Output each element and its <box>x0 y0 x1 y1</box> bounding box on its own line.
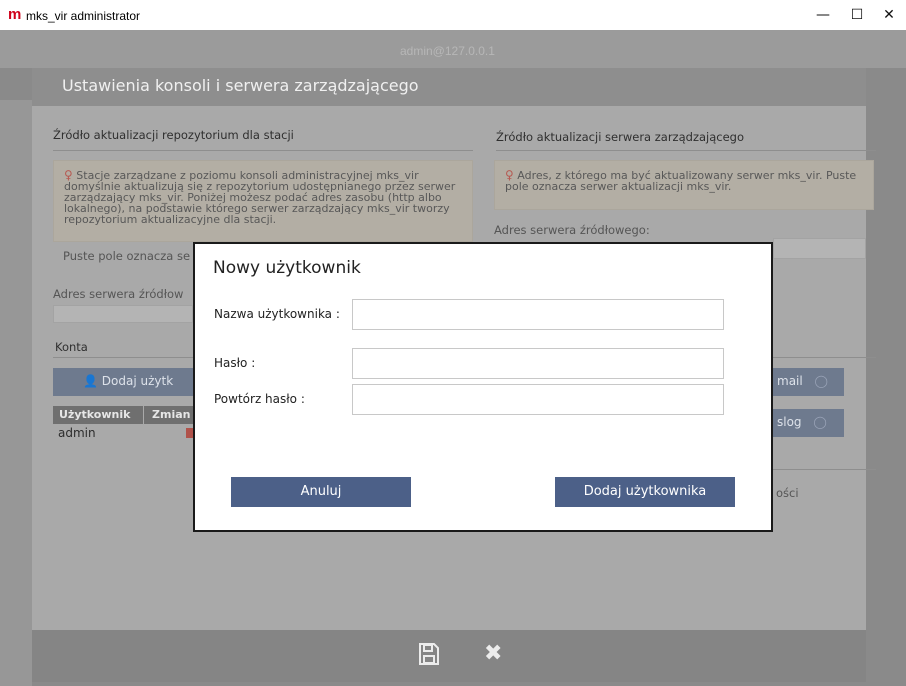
edit-user-icon[interactable] <box>186 428 193 438</box>
add-user-bg-label: Dodaj użytk <box>101 374 174 388</box>
toggle-icon: ◯ <box>813 415 827 429</box>
app-logo-icon: m <box>8 6 22 23</box>
add-user-icon: 👤 <box>83 374 98 388</box>
right-lower-text: ości <box>776 486 799 500</box>
left-info-box: ♀ Stacje zarządzane z poziomu konsoli ad… <box>53 160 473 242</box>
right-address-label: Adres serwera źródłowego: <box>494 223 650 237</box>
right-address-input[interactable] <box>773 238 866 259</box>
right-section-divider <box>496 150 876 151</box>
left-address-label: Adres serwera źródłow <box>53 287 184 301</box>
accounts-divider <box>53 357 193 358</box>
right-info-box: ♀ Adres, z którego ma być aktualizowany … <box>494 160 874 210</box>
username-input[interactable] <box>352 299 724 330</box>
right-lower-divider <box>773 469 876 470</box>
users-column-change: Zmian <box>144 406 193 424</box>
accounts-title: Konta <box>55 340 88 354</box>
left-address-input[interactable] <box>53 305 193 323</box>
app-sidebar <box>0 100 32 686</box>
right-info-text: Adres, z którego ma być aktualizowany se… <box>505 169 857 193</box>
settings-title: Ustawienia konsoli i serwera zarządzając… <box>62 76 419 95</box>
password-input[interactable] <box>352 348 724 379</box>
toggle-icon: ◯ <box>814 374 828 388</box>
users-row-admin: admin <box>58 426 96 440</box>
syslog-button-label: slog <box>777 415 802 429</box>
right-section-title: Źródło aktualizacji serwera zarządzające… <box>496 130 745 144</box>
repeat-password-label: Powtórz hasło : <box>214 392 305 406</box>
repeat-password-input[interactable] <box>352 384 724 415</box>
email-button[interactable]: mail ◯ <box>773 368 844 396</box>
cancel-button[interactable]: Anuluj <box>231 477 411 507</box>
minimize-button[interactable]: — <box>806 0 840 30</box>
left-info-text: Stacje zarządzane z poziomu konsoli admi… <box>64 169 456 226</box>
accounts-divider-right <box>773 357 876 358</box>
close-icon[interactable]: ✖ <box>484 642 502 666</box>
window-titlebar: m mks_vir administrator — ☐ ✕ <box>0 0 906 30</box>
dialog-title: Nowy użytkownik <box>213 258 361 278</box>
email-button-label: mail <box>777 374 803 388</box>
username-label: Nazwa użytkownika : <box>214 307 340 321</box>
users-column-user: Użytkownik <box>53 406 143 424</box>
password-label: Hasło : <box>214 356 256 370</box>
window-title: mks_vir administrator <box>26 9 141 23</box>
left-section-divider <box>53 150 473 151</box>
settings-footer <box>32 630 866 682</box>
app-top-bar: admin@127.0.0.1 <box>0 30 906 68</box>
syslog-button[interactable]: slog ◯ <box>773 409 844 437</box>
save-icon[interactable] <box>417 642 441 666</box>
maximize-button[interactable]: ☐ <box>840 0 874 30</box>
add-user-bg-button[interactable]: 👤 Dodaj użytk <box>53 368 193 396</box>
host-label: admin@127.0.0.1 <box>400 44 495 58</box>
close-window-button[interactable]: ✕ <box>872 0 906 30</box>
settings-header: Ustawienia konsoli i serwera zarządzając… <box>32 68 866 106</box>
left-info-text-2: Puste pole oznacza se <box>63 249 191 263</box>
add-user-button[interactable]: Dodaj użytkownika <box>555 477 735 507</box>
left-section-title: Źródło aktualizacji repozytorium dla sta… <box>53 128 294 142</box>
